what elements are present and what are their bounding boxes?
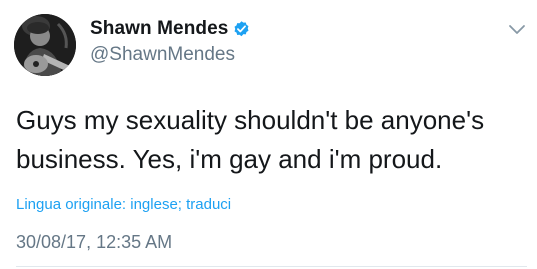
handle[interactable]: @ShawnMendes	[90, 44, 235, 66]
avatar[interactable]	[14, 14, 76, 76]
tweet-text-line-1: Guys my sexuality shouldn't be anyone's	[16, 105, 485, 135]
translate-link[interactable]: Lingua originale: inglese; traduci	[16, 196, 231, 213]
tweet-card: Shawn Mendes @ShawnMendes Guys my sexual…	[0, 0, 537, 269]
tweet-text-line-2: business. Yes, i'm gay and i'm proud.	[16, 144, 443, 174]
display-name[interactable]: Shawn Mendes	[90, 18, 228, 40]
timestamp[interactable]: 30/08/17, 12:35 AM	[16, 232, 172, 253]
avatar-photo	[14, 14, 76, 76]
tweet-text: Guys my sexuality shouldn't be anyone's …	[16, 101, 526, 179]
divider	[16, 266, 527, 267]
verified-badge-icon	[234, 21, 249, 37]
chevron-down-icon[interactable]	[508, 24, 526, 36]
